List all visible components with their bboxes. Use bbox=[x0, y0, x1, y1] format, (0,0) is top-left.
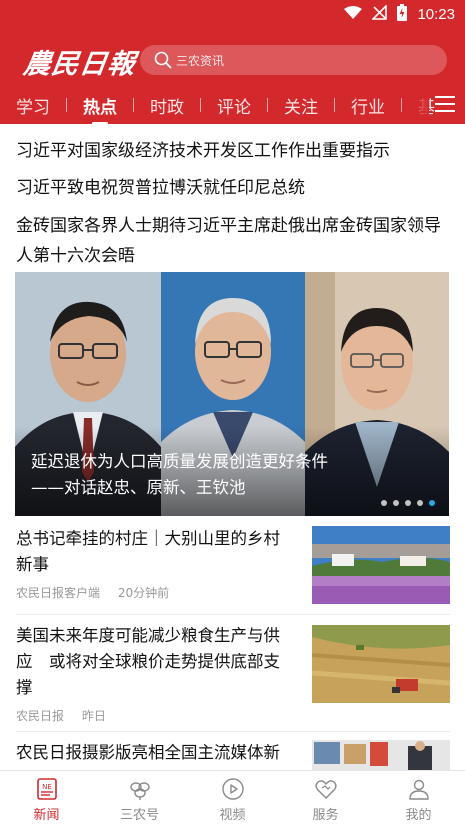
no-signal-icon bbox=[371, 4, 388, 24]
nav-label: 视频 bbox=[219, 808, 246, 823]
news-title: 农民日报摄影版亮相全国主流媒体新 bbox=[16, 743, 280, 762]
exhibition-photo bbox=[312, 740, 450, 770]
headline-item[interactable]: 习近平对国家级经济技术开发区工作作出重要指示 bbox=[16, 136, 446, 166]
list-divider bbox=[16, 614, 450, 615]
menu-icon[interactable] bbox=[435, 96, 455, 114]
carousel-dot-active[interactable] bbox=[429, 500, 435, 506]
headline-item[interactable]: 金砖国家各界人士期待习近平主席赴俄出席金砖国家领导人第十六次会晤 bbox=[16, 211, 446, 271]
app-header: 10:23 農民日報 三农资讯 学习 热点 时政 评论 关注 行业 基 bbox=[0, 0, 465, 125]
battery-icon bbox=[397, 4, 408, 25]
leaf-icon bbox=[129, 782, 150, 800]
heart-icon bbox=[314, 780, 337, 799]
nav-label: 服务 bbox=[312, 808, 339, 823]
nav-profile[interactable]: 我的 bbox=[372, 771, 465, 827]
news-item[interactable]: 总书记牵挂的村庄｜大别山里的乡村新事 农民日报客户端 20分钟前 bbox=[16, 526, 450, 608]
news-title: 美国未来年度可能减少粮食生产与供应 或将对全球粮价走势提供底部支撑 bbox=[16, 626, 280, 697]
nav-news[interactable]: NE 新闻 bbox=[0, 771, 93, 827]
banner-subcaption: ——对话赵忠、原新、王钦池 bbox=[31, 478, 246, 497]
svg-text:NE: NE bbox=[42, 783, 52, 791]
nav-label: 我的 bbox=[405, 808, 432, 823]
search-placeholder: 三农资讯 bbox=[176, 53, 225, 68]
tab-industry[interactable]: 行业 bbox=[335, 93, 401, 118]
play-icon bbox=[221, 778, 244, 800]
nav-sannong[interactable]: 三农号 bbox=[93, 771, 186, 827]
headline-item[interactable]: 习近平致电祝贺普拉博沃就任印尼总统 bbox=[16, 173, 446, 203]
tabs-fade bbox=[399, 90, 429, 120]
news-source: 农民日报客户端 bbox=[16, 586, 101, 600]
harvest-photo bbox=[312, 625, 450, 703]
wifi-icon bbox=[344, 5, 363, 24]
status-time: 10:23 bbox=[417, 6, 455, 23]
tab-hot[interactable]: 热点 bbox=[67, 93, 133, 125]
carousel-dot[interactable] bbox=[417, 500, 423, 506]
nav-video[interactable]: 视频 bbox=[186, 771, 279, 827]
channel-tabs: 学习 热点 时政 评论 关注 行业 基 bbox=[0, 90, 465, 125]
carousel-dot[interactable] bbox=[393, 500, 399, 506]
news-icon: NE bbox=[36, 778, 57, 800]
user-icon bbox=[408, 779, 429, 800]
nav-label: 新闻 bbox=[33, 808, 60, 823]
news-time: 昨日 bbox=[81, 709, 106, 723]
news-time: 20分钟前 bbox=[117, 586, 170, 600]
search-icon bbox=[154, 51, 172, 69]
search-box[interactable]: 三农资讯 bbox=[140, 45, 447, 75]
village-photo bbox=[312, 526, 450, 604]
nav-service[interactable]: 服务 bbox=[279, 771, 372, 827]
list-divider bbox=[16, 731, 450, 732]
nav-label: 三农号 bbox=[119, 808, 159, 823]
news-item[interactable]: 美国未来年度可能减少粮食生产与供应 或将对全球粮价走势提供底部支撑 农民日报 昨… bbox=[16, 623, 450, 723]
news-item[interactable]: 农民日报摄影版亮相全国主流媒体新 bbox=[16, 740, 450, 770]
news-meta: 农民日报客户端 20分钟前 bbox=[16, 584, 183, 601]
tab-focus[interactable]: 关注 bbox=[268, 93, 334, 118]
news-meta: 农民日报 昨日 bbox=[16, 707, 120, 724]
carousel-dot[interactable] bbox=[381, 500, 387, 506]
featured-carousel[interactable]: 延迟退休为人口高质量发展创造更好条件 ——对话赵忠、原新、王钦池 bbox=[15, 272, 449, 516]
news-title: 总书记牵挂的村庄｜大别山里的乡村新事 bbox=[16, 529, 280, 574]
bottom-nav: NE 新闻 三农号 视频 服务 我的 bbox=[0, 770, 465, 827]
tab-politics[interactable]: 时政 bbox=[134, 93, 200, 118]
banner-caption: 延迟退休为人口高质量发展创造更好条件 bbox=[31, 452, 328, 471]
tab-comment[interactable]: 评论 bbox=[201, 93, 267, 118]
carousel-dots bbox=[381, 500, 435, 506]
carousel-dot[interactable] bbox=[405, 500, 411, 506]
tab-study[interactable]: 学习 bbox=[0, 93, 66, 118]
news-source: 农民日报 bbox=[16, 709, 65, 723]
status-bar: 10:23 bbox=[0, 0, 465, 28]
app-logo: 農民日報 bbox=[21, 49, 138, 80]
